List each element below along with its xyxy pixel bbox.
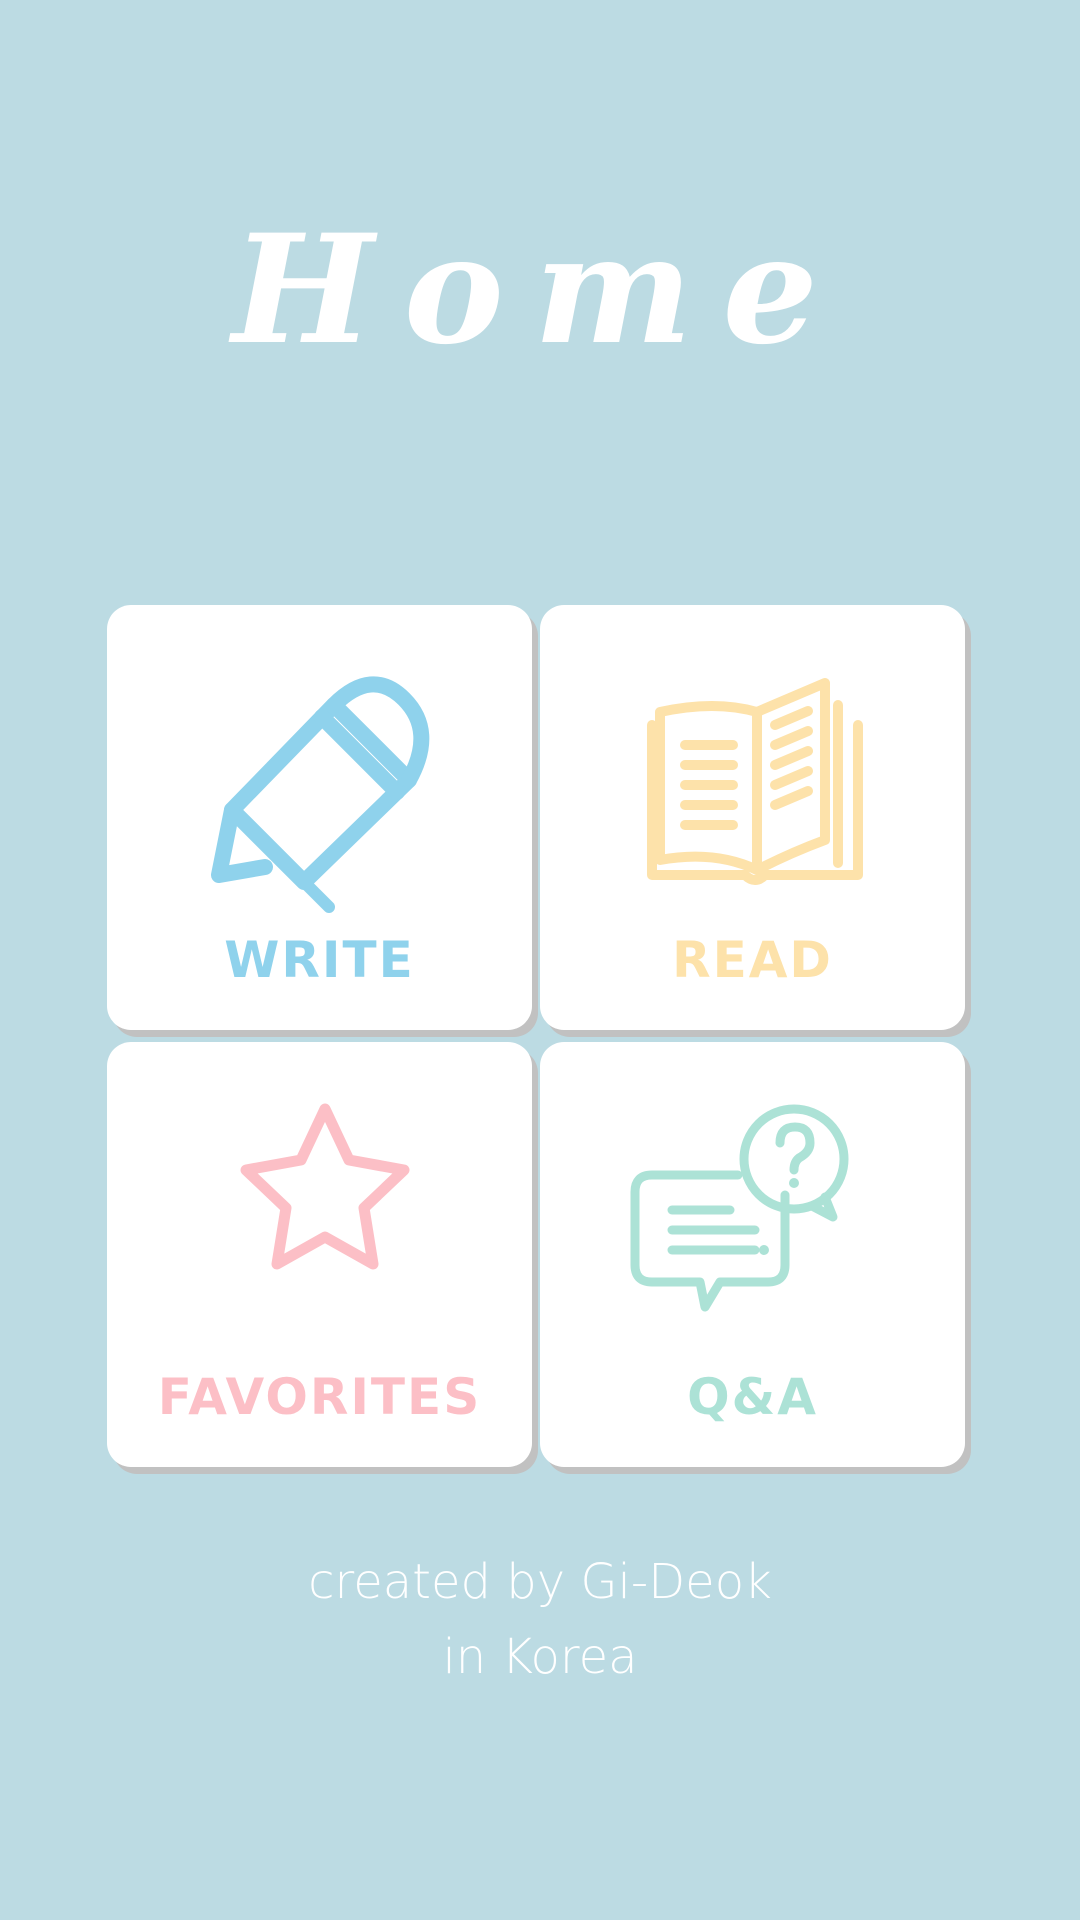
- footer-line-1: created by Gi-Deok: [308, 1554, 772, 1610]
- read-label: READ: [672, 931, 833, 989]
- footer-credit: created by Gi-Deok in Korea: [0, 1545, 1080, 1695]
- page-title: Home: [232, 202, 848, 378]
- qa-button[interactable]: Q&A: [540, 1042, 965, 1467]
- home-screen: Home WRITE READ FAVORITES Q&A created by…: [0, 0, 1080, 1920]
- favorites-label: FAVORITES: [157, 1368, 482, 1426]
- write-button[interactable]: WRITE: [107, 605, 532, 1030]
- favorites-button[interactable]: FAVORITES: [107, 1042, 532, 1467]
- write-label: WRITE: [224, 931, 415, 989]
- read-button[interactable]: READ: [540, 605, 965, 1030]
- footer-line-2: in Korea: [442, 1629, 638, 1685]
- qa-label: Q&A: [687, 1368, 818, 1426]
